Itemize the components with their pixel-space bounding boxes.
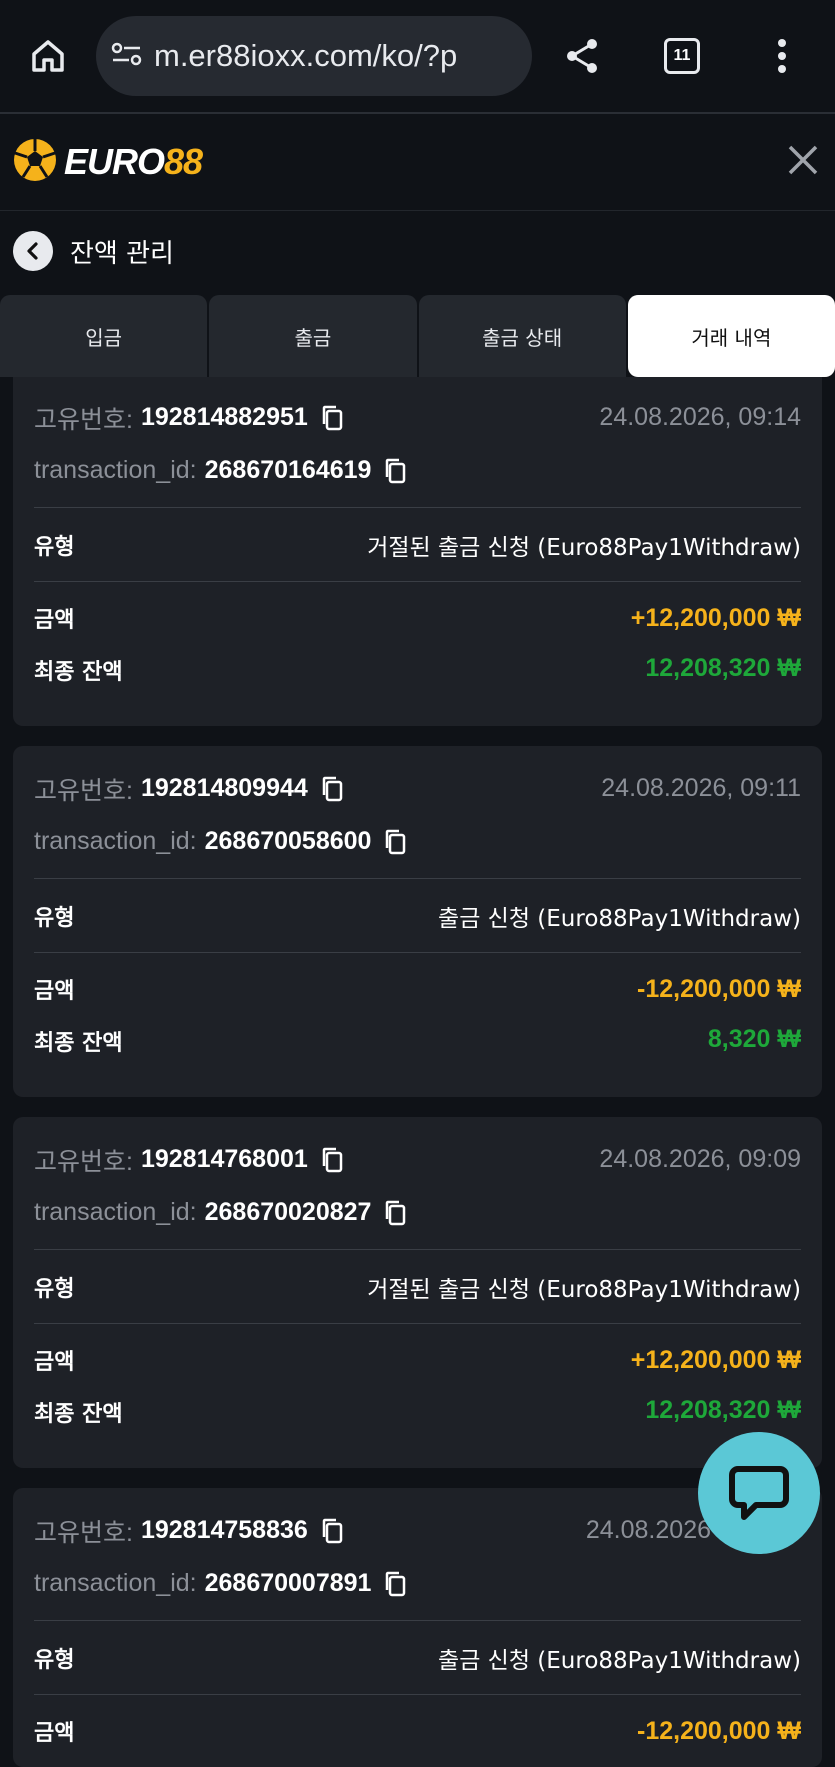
amount-value: -12,200,000 ₩ (637, 1716, 801, 1745)
copy-icon[interactable] (320, 1517, 344, 1545)
copy-icon[interactable] (383, 1199, 407, 1227)
transaction-date: 24.08.2026 (585, 1516, 711, 1544)
back-button[interactable] (13, 231, 53, 271)
unique-id-value: 192814758836 (140, 1516, 308, 1544)
tab-deposit[interactable]: 입금 (0, 295, 208, 377)
copy-icon[interactable] (383, 828, 407, 856)
transaction-id-label: transaction_id: (34, 1198, 197, 1226)
home-icon[interactable] (0, 8, 96, 104)
copy-icon[interactable] (320, 775, 344, 803)
type-label: 유형 (34, 905, 75, 931)
amount-label: 금액 (34, 1350, 75, 1375)
final-balance-label: 최종 잔액 (34, 660, 123, 685)
euro88-logo[interactable]: EURO88 (12, 137, 203, 187)
logo-text-88: 88 (164, 141, 203, 182)
share-icon[interactable] (532, 8, 632, 104)
chat-bubble-icon (729, 1466, 789, 1520)
address-bar[interactable]: m.er88ioxx.com/ko/?p (96, 16, 532, 96)
final-balance-value: 12,208,320 ₩ (645, 654, 801, 682)
tab-withdraw[interactable]: 출금 (209, 295, 417, 377)
transaction-card: 고유번호: 192814768001 24.08.2026, 09:09 tra… (13, 1117, 822, 1468)
transaction-id-label: transaction_id: (34, 827, 197, 855)
browser-toolbar: m.er88ioxx.com/ko/?p 11 (0, 0, 835, 114)
chevron-left-icon (27, 242, 38, 260)
copy-icon[interactable] (320, 404, 344, 432)
transaction-card: 고유번호: 192814758836 24.08.2026 transactio… (13, 1488, 822, 1767)
tab-count: 11 (664, 38, 700, 74)
transaction-date: 24.08.2026, 09:14 (599, 403, 801, 431)
url-text: m.er88ioxx.com/ko/?p (154, 38, 458, 73)
logo-text-euro: EURO (64, 141, 165, 182)
tab-transaction-history[interactable]: 거래 내역 (627, 295, 835, 377)
soccer-ball-icon (12, 137, 58, 187)
more-menu-icon[interactable] (732, 8, 832, 104)
final-balance-value: 8,320 ₩ (707, 1025, 801, 1053)
unique-id-label: 고유번호: (34, 1518, 133, 1547)
transaction-id-value: 268670058600 (204, 827, 372, 855)
type-value: 출금 신청 (Euro88Pay1Withdraw) (438, 905, 801, 932)
unique-id-label: 고유번호: (34, 1147, 133, 1176)
amount-label: 금액 (34, 979, 75, 1004)
tab-bar: 입금 출금 출금 상태 거래 내역 (0, 295, 835, 377)
transaction-list: 고유번호: 192814882951 24.08.2026, 09:14 tra… (0, 377, 835, 1767)
type-value: 거절된 출금 신청 (Euro88Pay1Withdraw) (367, 1276, 801, 1303)
unique-id-value: 192814768001 (140, 1145, 308, 1173)
amount-label: 금액 (34, 608, 75, 633)
page-title: 잔액 관리 (70, 238, 174, 269)
transaction-id-value: 268670020827 (204, 1198, 372, 1226)
type-value: 출금 신청 (Euro88Pay1Withdraw) (438, 1647, 801, 1674)
amount-value: -12,200,000 ₩ (637, 974, 801, 1003)
type-label: 유형 (34, 1276, 75, 1302)
app-header: EURO88 (0, 114, 835, 211)
unique-id-value: 192814809944 (140, 774, 308, 802)
unique-id-label: 고유번호: (34, 776, 133, 805)
transaction-id-label: transaction_id: (34, 1569, 197, 1597)
type-value: 거절된 출금 신청 (Euro88Pay1Withdraw) (367, 534, 801, 561)
transaction-card: 고유번호: 192814809944 24.08.2026, 09:11 tra… (13, 746, 822, 1097)
type-label: 유형 (34, 1647, 75, 1673)
unique-id-value: 192814882951 (140, 403, 308, 431)
amount-value: +12,200,000 ₩ (630, 1345, 801, 1374)
amount-value: +12,200,000 ₩ (630, 603, 801, 632)
site-settings-icon[interactable] (110, 39, 144, 73)
live-chat-button[interactable] (698, 1432, 820, 1554)
tab-withdraw-status[interactable]: 출금 상태 (418, 295, 626, 377)
unique-id-label: 고유번호: (34, 405, 133, 434)
transaction-date: 24.08.2026, 09:09 (599, 1145, 801, 1173)
tab-switcher-button[interactable]: 11 (632, 8, 732, 104)
final-balance-label: 최종 잔액 (34, 1031, 123, 1056)
transaction-id-label: transaction_id: (34, 456, 197, 484)
copy-icon[interactable] (320, 1146, 344, 1174)
close-icon[interactable] (785, 142, 821, 182)
copy-icon[interactable] (383, 1570, 407, 1598)
amount-label: 금액 (34, 1721, 75, 1746)
transaction-id-value: 268670164619 (204, 456, 372, 484)
transaction-date: 24.08.2026, 09:11 (601, 774, 801, 802)
final-balance-label: 최종 잔액 (34, 1402, 123, 1427)
transaction-card: 고유번호: 192814882951 24.08.2026, 09:14 tra… (13, 377, 822, 726)
subheader: 잔액 관리 (0, 211, 835, 291)
copy-icon[interactable] (383, 457, 407, 485)
final-balance-value: 12,208,320 ₩ (645, 1396, 801, 1424)
type-label: 유형 (34, 534, 75, 560)
transaction-id-value: 268670007891 (204, 1569, 372, 1597)
